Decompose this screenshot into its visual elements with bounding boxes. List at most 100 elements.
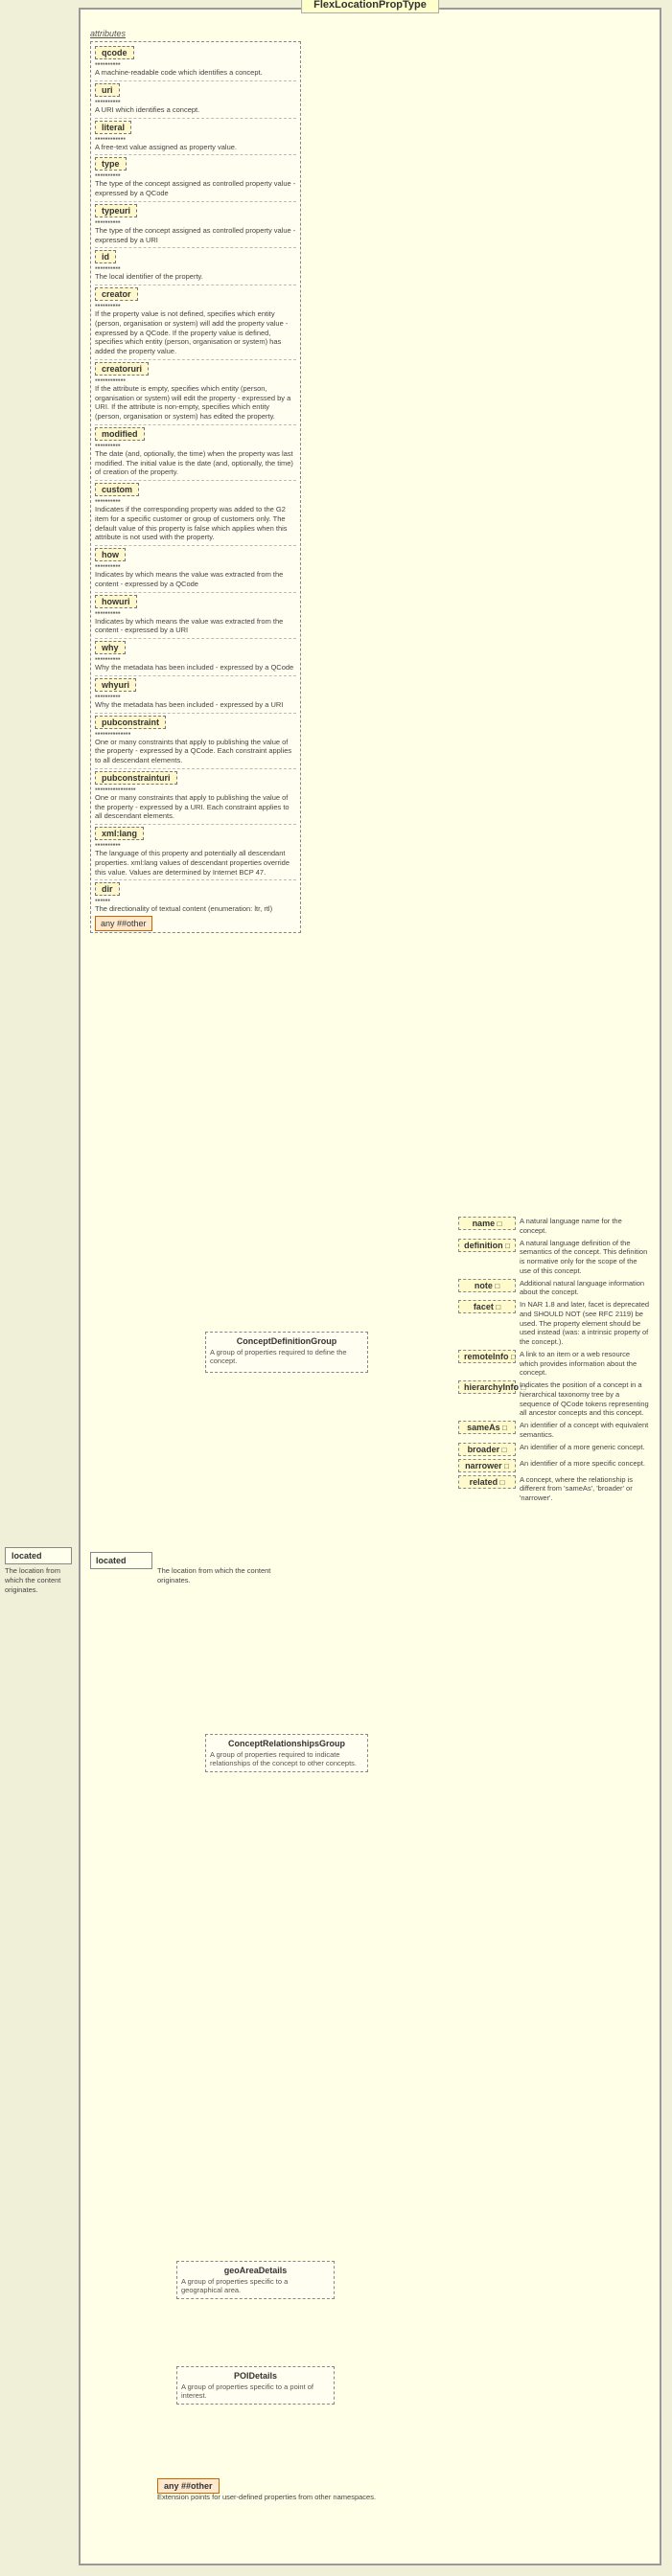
attr-creatoruri-underline: ▪▪▪▪▪▪▪▪▪▪▪▪: [95, 376, 296, 384]
located-title: located: [96, 1556, 147, 1565]
geo-title: geoAreaDetails: [181, 2266, 330, 2275]
attr-creator-name: creator: [95, 287, 138, 301]
cdg-hierarchyinfo-tag: hierarchyInfo □: [458, 1380, 516, 1394]
attr-xmllang-underline: ▪▪▪▪▪▪▪▪▪▪: [95, 840, 296, 849]
attr-creator-desc: If the property value is not defined, sp…: [95, 309, 296, 356]
geo-desc: A group of properties specific to a geog…: [181, 2277, 330, 2294]
divider-15: [95, 768, 296, 769]
cdg-facet-tag: facet □: [458, 1300, 516, 1313]
crg-title: ConceptRelationshipsGroup: [210, 1739, 363, 1748]
cdg-definition-tag: definition □: [458, 1239, 516, 1252]
geo-area-details-box: geoAreaDetails A group of properties spe…: [176, 2261, 335, 2299]
any-other-extension-row: any ##other Extension points for user-de…: [157, 2481, 376, 2502]
divider-17: [95, 879, 296, 880]
attr-modified: modified ▪▪▪▪▪▪▪▪▪▪ The date (and, optio…: [95, 427, 296, 477]
attr-pubconstraint-name: pubconstraint: [95, 716, 166, 729]
attr-howuri: howuri ▪▪▪▪▪▪▪▪▪▪ Indicates by which mea…: [95, 595, 296, 636]
crg-subtitle: A group of properties required to indica…: [210, 1750, 363, 1767]
attr-type-name: type: [95, 157, 127, 171]
cdg-remoteinfo-desc: A link to an item or a web resource whic…: [520, 1350, 650, 1378]
attr-qcode-underline: ▪▪▪▪▪▪▪▪▪▪: [95, 59, 296, 68]
cdg-narrower-row: narrower □ An identifier of a more speci…: [458, 1459, 650, 1472]
attr-pubconstrainturi: pubconstrainturi ▪▪▪▪▪▪▪▪▪▪▪▪▪▪▪▪ One or…: [95, 771, 296, 821]
attr-whyuri-underline: ▪▪▪▪▪▪▪▪▪▪: [95, 692, 296, 700]
attr-creator-underline: ▪▪▪▪▪▪▪▪▪▪: [95, 301, 296, 309]
attr-id-desc: The local identifier of the property.: [95, 272, 296, 282]
attr-why-desc: Why the metadata has been included - exp…: [95, 663, 296, 672]
attr-uri: uri ▪▪▪▪▪▪▪▪▪▪ A URI which identifies a …: [95, 83, 296, 115]
divider-14: [95, 713, 296, 714]
cdg-sameas-row: sameAs □ An identifier of a concept with…: [458, 1421, 650, 1440]
poi-details-box: POIDetails A group of properties specifi…: [176, 2366, 335, 2405]
divider-3: [95, 154, 296, 155]
attr-why-name: why: [95, 641, 126, 654]
attributes-section: attributes qcode ▪▪▪▪▪▪▪▪▪▪ A machine-re…: [90, 29, 301, 933]
attr-creatoruri-name: creatoruri: [95, 362, 149, 376]
attr-why-underline: ▪▪▪▪▪▪▪▪▪▪: [95, 654, 296, 663]
cdg-note-tag: note □: [458, 1279, 516, 1292]
cdg-narrower-tag: narrower □: [458, 1459, 516, 1472]
cdg-note-row: note □ Additional natural language infor…: [458, 1279, 650, 1298]
attr-modified-desc: The date (and, optionally, the time) whe…: [95, 449, 296, 477]
attr-literal-underline: ▪▪▪▪▪▪▪▪▪▪▪▪: [95, 134, 296, 143]
divider-8: [95, 424, 296, 425]
cdg-definition-row: definition □ A natural language definiti…: [458, 1239, 650, 1276]
attr-type: type ▪▪▪▪▪▪▪▪▪▪ The type of the concept …: [95, 157, 296, 198]
divider-11: [95, 592, 296, 593]
attr-id-name: id: [95, 250, 116, 263]
attr-whyuri-desc: Why the metadata has been included - exp…: [95, 700, 296, 710]
cdg-narrower-desc: An identifier of a more specific concept…: [520, 1459, 645, 1469]
attr-howuri-name: howuri: [95, 595, 137, 608]
attr-how-desc: Indicates by which means the value was e…: [95, 570, 296, 589]
attr-pubconstrainturi-desc: One or many constraints that apply to pu…: [95, 793, 296, 821]
attr-howuri-desc: Indicates by which means the value was e…: [95, 617, 296, 636]
attr-id-underline: ▪▪▪▪▪▪▪▪▪▪: [95, 263, 296, 272]
any-other-attrs-tag: any ##other: [95, 916, 152, 931]
attr-custom-name: custom: [95, 483, 139, 496]
attr-dir-underline: ▪▪▪▪▪▪: [95, 896, 296, 904]
attr-type-desc: The type of the concept assigned as cont…: [95, 179, 296, 198]
attr-typeuri-name: typeuri: [95, 204, 137, 217]
located-left-box: located: [5, 1547, 72, 1564]
attr-why: why ▪▪▪▪▪▪▪▪▪▪ Why the metadata has been…: [95, 641, 296, 672]
divider-5: [95, 247, 296, 248]
attr-uri-underline: ▪▪▪▪▪▪▪▪▪▪: [95, 97, 296, 105]
cdg-related-tag: related □: [458, 1475, 516, 1489]
attr-typeuri-underline: ▪▪▪▪▪▪▪▪▪▪: [95, 217, 296, 226]
divider-7: [95, 359, 296, 360]
cdg-name-tag: name □: [458, 1217, 516, 1230]
attr-creatoruri-desc: If the attribute is empty, specifies whi…: [95, 384, 296, 422]
attr-dir: dir ▪▪▪▪▪▪ The directionality of textual…: [95, 882, 296, 914]
attr-whyuri-name: whyuri: [95, 678, 136, 692]
cdg-title: ConceptDefinitionGroup: [210, 1336, 363, 1346]
attr-literal-name: literal: [95, 121, 131, 134]
extension-desc: Extension points for user-defined proper…: [157, 2493, 376, 2502]
any-other-attrs: any ##other: [95, 919, 296, 928]
divider-13: [95, 675, 296, 676]
concept-definition-group-box: ConceptDefinitionGroup A group of proper…: [205, 1332, 368, 1373]
attr-literal-desc: A free-text value assigned as property v…: [95, 143, 296, 152]
cdg-related-row: related □ A concept, where the relations…: [458, 1475, 650, 1503]
attributes-label: attributes: [90, 29, 301, 38]
divider-12: [95, 638, 296, 639]
cdg-items-panel: name □ A natural language name for the c…: [458, 1217, 650, 1506]
poi-title: POIDetails: [181, 2371, 330, 2381]
attr-literal: literal ▪▪▪▪▪▪▪▪▪▪▪▪ A free-text value a…: [95, 121, 296, 152]
attr-creatoruri: creatoruri ▪▪▪▪▪▪▪▪▪▪▪▪ If the attribute…: [95, 362, 296, 422]
main-frame: FlexLocationPropType attributes qcode ▪▪…: [79, 8, 661, 2565]
attr-typeuri-desc: The type of the concept assigned as cont…: [95, 226, 296, 245]
divider-10: [95, 545, 296, 546]
attr-qcode-name: qcode: [95, 46, 134, 59]
diagram-title: FlexLocationPropType: [301, 0, 439, 13]
attr-xmllang-name: xml:lang: [95, 827, 144, 840]
cdg-broader-row: broader □ An identifier of a more generi…: [458, 1443, 650, 1456]
attr-qcode: qcode ▪▪▪▪▪▪▪▪▪▪ A machine-readable code…: [95, 46, 296, 78]
attr-whyuri: whyuri ▪▪▪▪▪▪▪▪▪▪ Why the metadata has b…: [95, 678, 296, 710]
located-left-desc: The location from which the content orig…: [5, 1566, 72, 1594]
attr-how: how ▪▪▪▪▪▪▪▪▪▪ Indicates by which means …: [95, 548, 296, 589]
cdg-facet-desc: In NAR 1.8 and later, facet is deprecate…: [520, 1300, 650, 1347]
cdg-remoteinfo-tag: remoteInfo □: [458, 1350, 516, 1363]
cdg-definition-desc: A natural language definition of the sem…: [520, 1239, 650, 1276]
divider-4: [95, 201, 296, 202]
divider-16: [95, 824, 296, 825]
